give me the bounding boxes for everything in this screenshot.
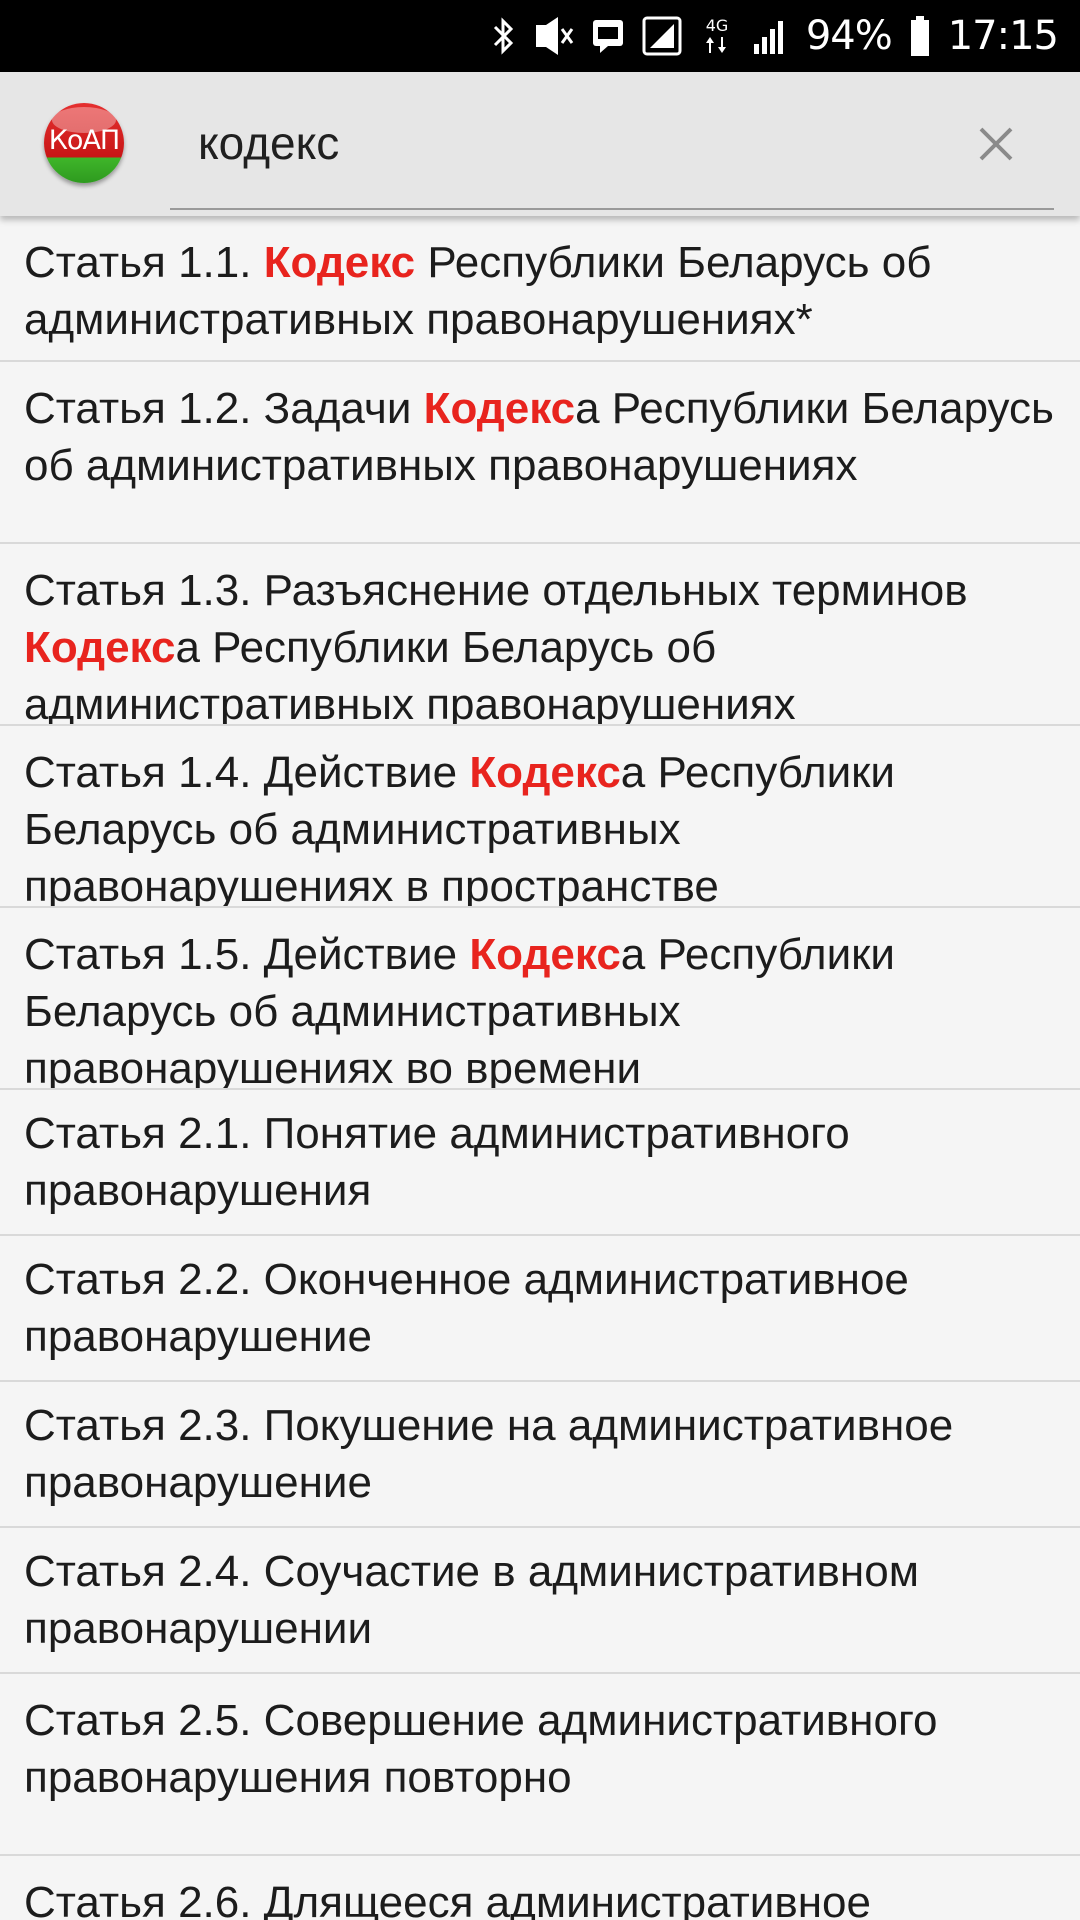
result-text: Статья 2.6. Длящееся административное <box>24 1878 871 1920</box>
result-item[interactable]: Статья 1.5. Действие Кодекса Республики … <box>0 908 1080 1090</box>
result-highlight: Кодекс <box>24 623 176 672</box>
result-item[interactable]: Статья 2.6. Длящееся административное <box>0 1856 1080 1920</box>
result-highlight: Кодекс <box>263 238 416 287</box>
search-toolbar: КоАП <box>0 72 1080 216</box>
result-item[interactable]: Статья 2.2. Оконченное административное … <box>0 1236 1080 1382</box>
data-4g-icon: 4G <box>700 14 734 58</box>
result-highlight: Кодекс <box>469 930 621 979</box>
result-text: Статья 2.1. Понятие административного пр… <box>24 1109 850 1215</box>
bluetooth-icon <box>492 14 514 58</box>
svg-text:4G: 4G <box>706 16 729 35</box>
app-logo-text: КоАП <box>48 125 120 156</box>
battery-icon <box>910 14 930 58</box>
result-item[interactable]: Статья 2.4. Соучастие в административном… <box>0 1528 1080 1674</box>
status-bar: 4G 94% 17:15 <box>0 0 1080 72</box>
message-icon <box>592 14 624 58</box>
result-item[interactable]: Статья 2.1. Понятие административного пр… <box>0 1090 1080 1236</box>
result-text: Статья 2.4. Соучастие в административном… <box>24 1547 919 1653</box>
result-text: Статья 1.3. Разъяснение отдельных термин… <box>24 566 968 615</box>
signal-icon <box>752 14 788 58</box>
result-item[interactable]: Статья 1.1. Кодекс Республики Беларусь о… <box>0 216 1080 362</box>
vibrate-icon <box>532 14 574 58</box>
result-text: Статья 2.2. Оконченное административное … <box>24 1255 909 1361</box>
screen: 4G 94% 17:15 КоАП кодекс Статья 1.1. Код… <box>0 0 1080 1920</box>
result-text: Статья 1.2. Задачи <box>24 384 424 433</box>
result-text: Статья 2.5. Совершение административного… <box>24 1696 938 1802</box>
result-text: Статья 1.5. Действие <box>24 930 470 979</box>
result-item[interactable]: Статья 2.3. Покушение на административно… <box>0 1382 1080 1528</box>
search-underline <box>170 208 1054 210</box>
battery-percent: 94% <box>805 13 893 59</box>
result-item[interactable]: Статья 1.2. Задачи Кодекса Республики Бе… <box>0 362 1080 544</box>
result-highlight: Кодекс <box>423 384 576 433</box>
result-text: Статья 1.1. <box>24 238 264 287</box>
result-item[interactable]: Статья 2.5. Совершение административного… <box>0 1674 1080 1856</box>
search-results-list: Статья 1.1. Кодекс Республики Беларусь о… <box>0 216 1080 1920</box>
result-text: Статья 2.3. Покушение на административно… <box>24 1401 954 1507</box>
search-input[interactable] <box>170 106 950 180</box>
clear-search-button[interactable] <box>960 116 1032 172</box>
result-text: Статья 1.4. Действие <box>24 748 470 797</box>
result-item[interactable]: Статья 1.3. Разъяснение отдельных термин… <box>0 544 1080 726</box>
result-item[interactable]: Статья 1.4. Действие Кодекса Республики … <box>0 726 1080 908</box>
clear-icon <box>979 127 1013 161</box>
sim-signal-icon <box>642 14 682 58</box>
app-logo[interactable]: КоАП <box>44 103 124 183</box>
result-highlight: Кодекс <box>469 748 621 797</box>
clock: 17:15 <box>947 13 1059 59</box>
